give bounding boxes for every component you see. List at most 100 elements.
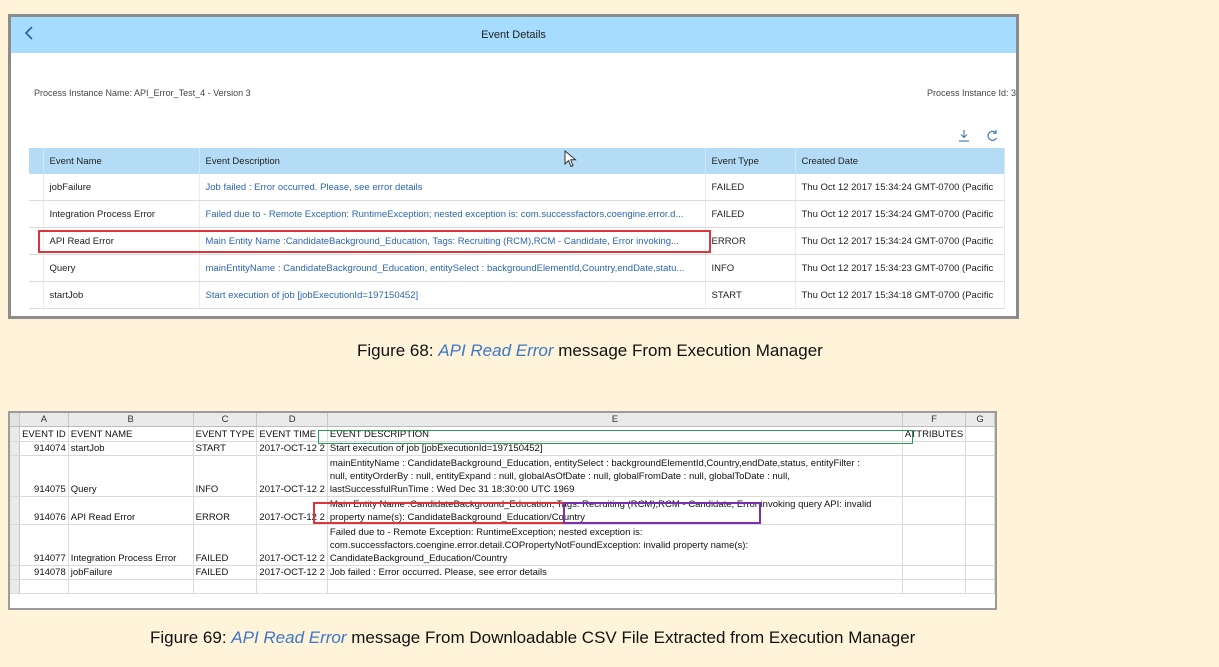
cell[interactable] bbox=[902, 579, 967, 594]
cell[interactable]: 2017-OCT-12 2 bbox=[256, 455, 328, 497]
caption-suffix: message From Execution Manager bbox=[553, 341, 823, 360]
csv-spreadsheet-screenshot: A B C D E F G EVENT ID EVENT NAME EVENT … bbox=[8, 411, 997, 610]
cell[interactable]: START bbox=[193, 441, 258, 456]
cell[interactable]: Integration Process Error bbox=[68, 524, 194, 566]
cell[interactable]: ERROR bbox=[193, 496, 258, 525]
cell[interactable]: EVENT TYPE bbox=[193, 426, 258, 442]
process-instance-id: Process Instance Id: 3 bbox=[926, 88, 1016, 98]
cell[interactable]: 2017-OCT-12 2 bbox=[256, 565, 328, 580]
cell-line: null, entityOrderBy : null, entityExpand… bbox=[329, 471, 790, 482]
cell[interactable]: 914074 bbox=[19, 441, 69, 456]
cell[interactable]: FAILED bbox=[193, 524, 258, 566]
column-letter[interactable]: E bbox=[327, 413, 903, 427]
cell[interactable]: EVENT DESCRIPTION bbox=[327, 426, 903, 442]
event-description-link[interactable]: Job failed : Error occurred. Please, see… bbox=[199, 174, 706, 201]
document-page: Event Details Process Instance Name: API… bbox=[0, 0, 1219, 667]
cell[interactable]: 2017-OCT-12 2 bbox=[256, 524, 328, 566]
cell[interactable] bbox=[965, 565, 995, 580]
cell[interactable]: Start execution of job [jobExecutionId=1… bbox=[327, 441, 903, 456]
created-date: Thu Oct 12 2017 15:34:24 GMT-0700 (Pacif… bbox=[795, 200, 1005, 228]
table-row[interactable]: startJob Start execution of job [jobExec… bbox=[29, 281, 1005, 309]
cell[interactable]: mainEntityName : CandidateBackground_Edu… bbox=[327, 455, 903, 497]
cell[interactable]: 2017-OCT-12 2 bbox=[256, 441, 328, 456]
cell[interactable]: startJob bbox=[68, 441, 194, 456]
chevron-left-icon bbox=[23, 25, 35, 45]
spreadsheet-grid: A B C D E F G EVENT ID EVENT NAME EVENT … bbox=[10, 413, 995, 594]
event-description-link[interactable]: Main Entity Name :CandidateBackground_Ed… bbox=[199, 227, 706, 255]
cell[interactable]: EVENT ID bbox=[19, 426, 69, 442]
cell[interactable] bbox=[902, 441, 967, 456]
table-row: 914078 jobFailure FAILED 2017-OCT-12 2 J… bbox=[10, 565, 995, 580]
refresh-icon[interactable] bbox=[985, 128, 999, 142]
cell[interactable]: FAILED bbox=[193, 565, 258, 580]
cell[interactable] bbox=[19, 579, 69, 594]
cell[interactable] bbox=[965, 524, 995, 566]
column-letter[interactable]: C bbox=[193, 413, 258, 427]
cell[interactable]: INFO bbox=[193, 455, 258, 497]
page-title: Event Details bbox=[481, 29, 546, 41]
column-letter[interactable]: A bbox=[19, 413, 69, 427]
figure-69-caption: Figure 69: API Read Error message From D… bbox=[150, 628, 915, 648]
mouse-pointer-icon bbox=[564, 149, 578, 168]
cell[interactable]: 914075 bbox=[19, 455, 69, 497]
created-date: Thu Oct 12 2017 15:34:24 GMT-0700 (Pacif… bbox=[795, 174, 1005, 201]
cell[interactable] bbox=[965, 579, 995, 594]
cell[interactable] bbox=[256, 579, 328, 594]
back-button[interactable] bbox=[19, 25, 39, 45]
cell[interactable]: 2017-OCT-12 2 bbox=[256, 496, 328, 525]
event-type: FAILED bbox=[705, 200, 796, 228]
caption-suffix: message From Downloadable CSV File Extra… bbox=[346, 628, 916, 647]
table-row[interactable]: Integration Process Error Failed due to … bbox=[29, 200, 1005, 228]
cell[interactable] bbox=[902, 496, 967, 525]
cell[interactable]: 914076 bbox=[19, 496, 69, 525]
cell[interactable] bbox=[902, 524, 967, 566]
cell[interactable]: Failed due to - Remote Exception: Runtim… bbox=[327, 524, 903, 566]
cell[interactable]: Query bbox=[68, 455, 194, 497]
event-type: START bbox=[705, 281, 796, 309]
select-all-corner[interactable] bbox=[10, 413, 21, 427]
event-description-link[interactable]: Failed due to - Remote Exception: Runtim… bbox=[199, 200, 706, 228]
table-row[interactable]: jobFailure Job failed : Error occurred. … bbox=[29, 174, 1005, 201]
cell[interactable]: Main Entity Name :CandidateBackground_Ed… bbox=[327, 496, 903, 525]
cell[interactable]: EVENT NAME bbox=[68, 426, 194, 442]
cell[interactable]: Job failed : Error occurred. Please, see… bbox=[327, 565, 903, 580]
column-letter[interactable]: G bbox=[965, 413, 995, 427]
column-header[interactable]: Created Date bbox=[795, 148, 1005, 174]
cell[interactable] bbox=[193, 579, 258, 594]
cell[interactable] bbox=[327, 579, 903, 594]
column-letter[interactable]: F bbox=[902, 413, 967, 427]
cell[interactable]: 914077 bbox=[19, 524, 69, 566]
cell-line: mainEntityName : CandidateBackground_Edu… bbox=[329, 458, 860, 469]
cell[interactable]: ATTRIBUTES bbox=[902, 426, 967, 442]
event-description-link[interactable]: mainEntityName : CandidateBackground_Edu… bbox=[199, 254, 706, 282]
caption-emphasis: API Read Error bbox=[438, 341, 554, 360]
cell-line: lastSuccessfulRunTime : Wed Dec 31 18:30… bbox=[329, 484, 575, 495]
cell-line: property name(s): CandidateBackground_Ed… bbox=[329, 512, 585, 523]
figure-68-caption: Figure 68: API Read Error message From E… bbox=[357, 341, 823, 361]
cell[interactable]: jobFailure bbox=[68, 565, 194, 580]
created-date: Thu Oct 12 2017 15:34:24 GMT-0700 (Pacif… bbox=[795, 227, 1005, 255]
cell[interactable] bbox=[68, 579, 194, 594]
event-description-link[interactable]: Start execution of job [jobExecutionId=1… bbox=[199, 281, 706, 309]
cell[interactable]: EVENT TIME bbox=[256, 426, 328, 442]
download-icon[interactable] bbox=[957, 128, 971, 142]
cell[interactable] bbox=[965, 426, 995, 442]
column-header[interactable]: Event Description bbox=[199, 148, 706, 174]
cell[interactable]: API Read Error bbox=[68, 496, 194, 525]
cell[interactable] bbox=[965, 441, 995, 456]
cell[interactable] bbox=[902, 455, 967, 497]
cell[interactable]: 914078 bbox=[19, 565, 69, 580]
column-letter[interactable]: D bbox=[256, 413, 328, 427]
table-row: 914075 Query INFO 2017-OCT-12 2 mainEnti… bbox=[10, 455, 995, 497]
cell[interactable] bbox=[965, 496, 995, 525]
cell[interactable] bbox=[965, 455, 995, 497]
column-header[interactable]: Event Name bbox=[43, 148, 200, 174]
table-row[interactable]: Query mainEntityName : CandidateBackgrou… bbox=[29, 254, 1005, 282]
column-letter-row: A B C D E F G bbox=[10, 413, 995, 427]
cell-line: com.successfactors.coengine.error.detail… bbox=[329, 540, 749, 551]
process-instance-name: Process Instance Name: API_Error_Test_4 … bbox=[34, 88, 251, 98]
column-header[interactable]: Event Type bbox=[705, 148, 796, 174]
table-row[interactable]: API Read Error Main Entity Name :Candida… bbox=[29, 227, 1005, 255]
column-letter[interactable]: B bbox=[68, 413, 194, 427]
cell[interactable] bbox=[902, 565, 967, 580]
